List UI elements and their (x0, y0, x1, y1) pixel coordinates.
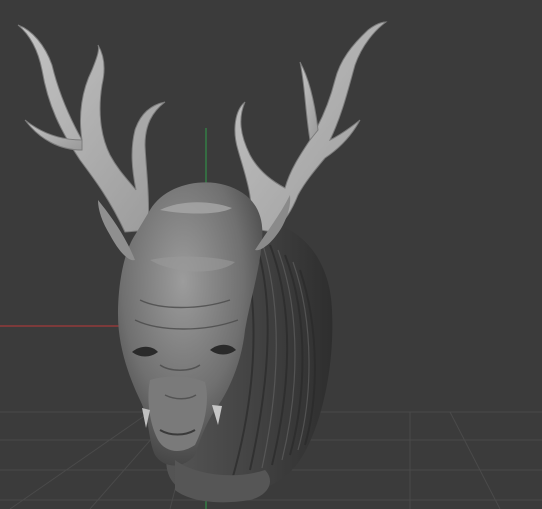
right-antler (234, 21, 388, 233)
3d-viewport[interactable] (0, 0, 542, 509)
left-antler (17, 24, 166, 233)
sculpt-model[interactable] (0, 0, 542, 509)
